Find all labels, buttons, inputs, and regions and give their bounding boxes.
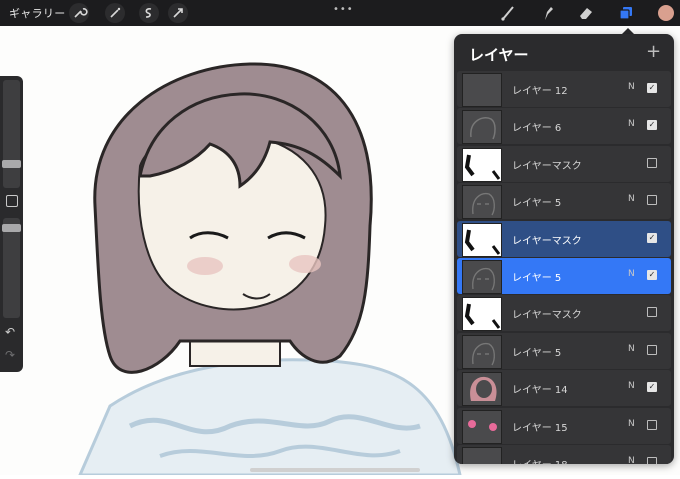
layer-name: レイヤー 5 — [512, 198, 562, 210]
brush-size-knob[interactable] — [2, 160, 21, 168]
blend-mode-button[interactable]: N — [628, 344, 635, 354]
layer-thumbnail — [462, 446, 502, 464]
opacity-knob[interactable] — [2, 224, 21, 232]
layer-name: レイヤー 15 — [512, 422, 568, 434]
layer-row[interactable]: レイヤーマスク — [457, 295, 671, 332]
layer-row[interactable]: レイヤー 18 N — [457, 444, 671, 464]
opacity-slider[interactable] — [3, 218, 20, 318]
blend-mode-button[interactable]: N — [628, 119, 635, 129]
left-sidebar: ↶ ↷ — [0, 76, 23, 372]
eraser-icon[interactable] — [576, 3, 596, 23]
blend-mode-button[interactable]: N — [628, 194, 635, 204]
layer-thumbnail — [462, 409, 502, 444]
layer-name: レイヤー 6 — [512, 123, 562, 135]
layer-thumbnail — [462, 372, 502, 407]
layer-row[interactable]: レイヤーマスク — [457, 145, 671, 182]
redo-icon[interactable]: ↷ — [5, 348, 15, 362]
visibility-checkbox[interactable]: ✓ — [647, 120, 657, 131]
blend-mode-button[interactable]: N — [628, 269, 635, 279]
layer-row[interactable]: レイヤー 15 N — [457, 407, 671, 444]
layers-panel: レイヤー + レイヤー 12 N ✓ レイヤー 6 N ✓ レイヤーマスク レイヤー 5 N レイ… — [454, 34, 674, 464]
layer-name: レイヤーマスク — [512, 160, 582, 172]
layer-list: レイヤー 12 N ✓ レイヤー 6 N ✓ レイヤーマスク レイヤー 5 N レイヤーマスク ✓ レ… — [457, 71, 671, 464]
layer-name: レイヤー 5 — [512, 272, 562, 284]
brush-icon[interactable] — [498, 3, 518, 23]
layer-thumbnail — [462, 110, 502, 145]
layer-name: レイヤーマスク — [512, 235, 582, 247]
add-layer-button[interactable]: + — [646, 41, 661, 62]
visibility-checkbox[interactable]: ✓ — [647, 269, 657, 280]
layer-row[interactable]: レイヤー 5 N — [457, 332, 671, 369]
blend-mode-button[interactable]: N — [628, 419, 635, 429]
layer-row[interactable]: レイヤー 14 N ✓ — [457, 370, 671, 407]
visibility-checkbox[interactable]: ✓ — [647, 382, 657, 393]
layer-row[interactable]: レイヤー 5 N — [457, 183, 671, 220]
layer-thumbnail — [462, 297, 502, 332]
layer-thumbnail — [462, 334, 502, 369]
layer-name: レイヤー 5 — [512, 347, 562, 359]
selection-icon[interactable] — [139, 3, 159, 23]
home-indicator — [250, 468, 420, 472]
gallery-button[interactable]: ギャラリー — [9, 5, 66, 21]
layer-row[interactable]: レイヤー 6 N ✓ — [457, 108, 671, 145]
layers-icon[interactable] — [616, 3, 636, 23]
layer-row[interactable]: レイヤー 12 N ✓ — [457, 71, 671, 107]
color-icon[interactable] — [656, 3, 676, 23]
smudge-icon[interactable] — [537, 3, 557, 23]
layer-name: レイヤー 18 — [512, 456, 568, 464]
layer-row[interactable]: レイヤーマスク ✓ — [457, 220, 671, 257]
more-options-icon[interactable]: ••• — [333, 4, 354, 15]
layer-thumbnail — [462, 147, 502, 182]
layer-name: レイヤーマスク — [512, 310, 582, 322]
layer-thumbnail — [462, 222, 502, 257]
top-toolbar: ギャラリー ••• — [0, 0, 680, 26]
layer-thumbnail — [462, 185, 502, 220]
blend-mode-button[interactable]: N — [628, 381, 635, 391]
visibility-checkbox[interactable] — [647, 456, 657, 464]
visibility-checkbox[interactable] — [647, 195, 657, 206]
undo-icon[interactable]: ↶ — [5, 325, 15, 339]
brush-size-slider[interactable] — [3, 80, 20, 188]
layer-thumbnail — [462, 73, 502, 107]
blend-mode-button[interactable]: N — [628, 456, 635, 464]
layer-thumbnail — [462, 259, 502, 294]
visibility-checkbox[interactable] — [647, 344, 657, 355]
layer-row[interactable]: レイヤー 5 N ✓ — [457, 257, 671, 294]
visibility-checkbox[interactable]: ✓ — [647, 232, 657, 243]
transform-icon[interactable] — [168, 3, 188, 23]
visibility-checkbox[interactable] — [647, 157, 657, 168]
layer-name: レイヤー 14 — [512, 385, 568, 397]
modify-button[interactable] — [6, 195, 18, 207]
blend-mode-button[interactable]: N — [628, 82, 635, 92]
wrench-icon[interactable] — [69, 3, 89, 23]
layer-name: レイヤー 12 — [512, 86, 568, 97]
visibility-checkbox[interactable] — [647, 419, 657, 430]
visibility-checkbox[interactable] — [647, 307, 657, 318]
panel-title: レイヤー — [469, 46, 529, 64]
magic-wand-icon[interactable] — [105, 3, 125, 23]
visibility-checkbox[interactable]: ✓ — [647, 83, 657, 93]
